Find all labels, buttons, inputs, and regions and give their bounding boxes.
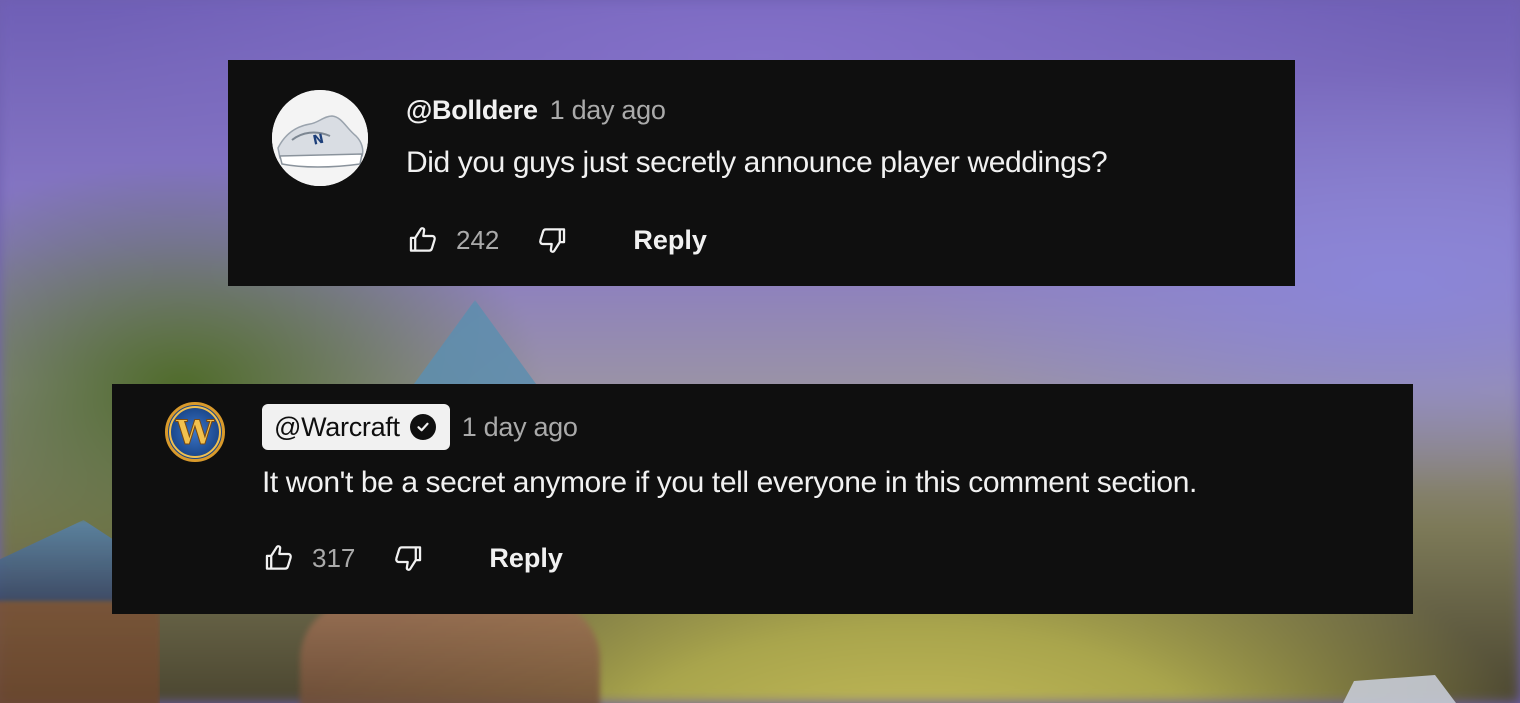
thumbs-down-icon [395,546,422,571]
comment-card: N @Bolldere 1 day ago Did you guys just … [228,60,1295,286]
warcraft-logo-icon: W [169,406,221,458]
comment-text: Did you guys just secretly announce play… [406,146,1108,179]
comment-actions: 317 Reply [262,536,563,580]
channel-owner-badge[interactable]: @Warcraft [262,404,450,450]
dislike-button[interactable] [391,541,425,575]
svg-text:W: W [175,413,215,453]
comment-card: W @Warcraft 1 day ago It won't be a secr… [112,384,1413,614]
like-button[interactable]: 242 [406,223,535,257]
like-button[interactable]: 317 [262,541,391,575]
sneaker-avatar[interactable]: N [272,90,368,186]
thumbs-up-icon [265,545,292,570]
thumbs-up-icon [409,227,436,252]
background-hut [300,600,600,703]
thumbs-down-icon [539,228,566,253]
reply-button[interactable]: Reply [633,225,707,256]
comment-timestamp[interactable]: 1 day ago [550,95,666,126]
comment-meta: @Bolldere 1 day ago [406,90,666,130]
warcraft-logo-avatar[interactable]: W [165,402,225,462]
comment-author: @Warcraft [274,411,400,442]
comment-author[interactable]: @Bolldere [406,95,538,126]
dislike-button[interactable] [535,223,569,257]
comment-actions: 242 Reply [406,218,707,262]
reply-button[interactable]: Reply [489,543,563,574]
comment-text: It won't be a secret anymore if you tell… [262,466,1197,499]
sneaker-icon: N [272,90,368,186]
comment-timestamp[interactable]: 1 day ago [462,412,578,443]
like-count: 317 [312,542,356,573]
like-count: 242 [456,224,500,255]
verified-check-icon [409,414,436,440]
comment-meta: @Warcraft 1 day ago [262,404,578,450]
